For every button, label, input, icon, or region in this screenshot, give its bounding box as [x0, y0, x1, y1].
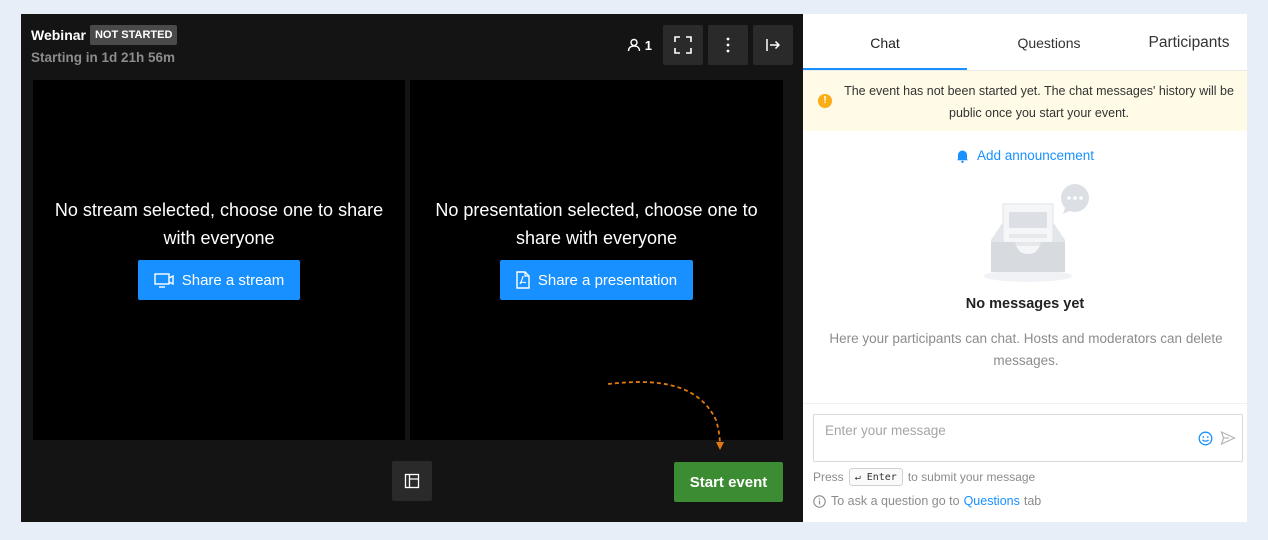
stream-panel: No stream selected, choose one to share … — [33, 80, 405, 440]
start-event-button[interactable]: Start event — [674, 462, 783, 502]
not-started-notice: ! The event has not been started yet. Th… — [803, 71, 1247, 131]
chat-sidebar: Chat Questions Participants ! The event … — [803, 14, 1247, 522]
add-announcement-label: Add announcement — [976, 148, 1095, 163]
hint-press: Press — [813, 470, 844, 484]
share-screen-icon — [154, 273, 174, 288]
hint-arrow-icon — [607, 381, 724, 450]
user-icon — [627, 38, 640, 52]
questions-tab-link[interactable]: Questions — [964, 494, 1020, 508]
tab-participants[interactable]: Participants — [1131, 14, 1247, 71]
stage: Webinar NOT STARTED Starting in 1d 21h 5… — [21, 14, 803, 522]
status-badge: NOT STARTED — [89, 25, 178, 45]
send-icon[interactable] — [1220, 430, 1236, 446]
more-options-button[interactable] — [708, 25, 748, 65]
stream-empty-message: No stream selected, choose one to share … — [54, 200, 384, 248]
pdf-file-icon — [516, 271, 530, 289]
empty-state-title: No messages yet — [965, 296, 1085, 312]
share-stream-button[interactable]: Share a stream — [137, 260, 301, 300]
share-presentation-label: Share a presentation — [537, 271, 678, 289]
sidebar-tabs: Chat Questions Participants — [803, 14, 1247, 71]
question-hint-prefix: To ask a question go to — [831, 494, 960, 508]
add-announcement-button[interactable]: Add announcement — [803, 148, 1247, 163]
participant-counter[interactable]: 1 — [627, 38, 652, 53]
question-hint: To ask a question go to Questions tab — [813, 494, 1041, 508]
hint-suffix: to submit your message — [907, 470, 1036, 484]
event-title: Webinar — [31, 27, 86, 43]
enter-key-badge: ↵ Enter — [848, 468, 903, 486]
info-icon — [813, 494, 826, 508]
composer-divider — [803, 403, 1247, 404]
share-stream-label: Share a stream — [181, 271, 285, 289]
layout-icon — [404, 473, 420, 489]
participant-count: 1 — [644, 37, 652, 53]
header-controls: 1 — [627, 25, 793, 65]
message-input[interactable] — [814, 415, 1194, 445]
empty-state-description: Here your participants can chat. Hosts a… — [829, 331, 1223, 368]
empty-inbox-icon — [984, 184, 1089, 282]
notice-text: The event has not been started yet. The … — [844, 84, 1234, 120]
tab-chat[interactable]: Chat — [803, 14, 967, 71]
message-input-box — [813, 414, 1243, 462]
active-tab-indicator — [803, 68, 967, 70]
bell-icon — [956, 150, 968, 163]
more-icon — [726, 37, 730, 53]
layout-toggle-button[interactable] — [392, 461, 432, 501]
presentation-empty-message: No presentation selected, choose one to … — [435, 200, 758, 248]
stage-header: Webinar NOT STARTED Starting in 1d 21h 5… — [21, 14, 803, 80]
fullscreen-icon — [674, 36, 692, 54]
tab-questions[interactable]: Questions — [967, 14, 1131, 71]
question-hint-suffix: tab — [1023, 494, 1042, 508]
title-row: Webinar NOT STARTED — [31, 25, 178, 45]
share-presentation-button[interactable]: Share a presentation — [499, 260, 694, 300]
fullscreen-button[interactable] — [663, 25, 703, 65]
submit-hint: Press ↵ Enter to submit your message — [813, 468, 1035, 486]
emoji-icon[interactable] — [1198, 431, 1213, 446]
warning-icon: ! — [818, 94, 832, 108]
exit-icon — [766, 39, 781, 51]
exit-button[interactable] — [753, 25, 793, 65]
countdown-text: Starting in 1d 21h 56m — [31, 50, 176, 65]
